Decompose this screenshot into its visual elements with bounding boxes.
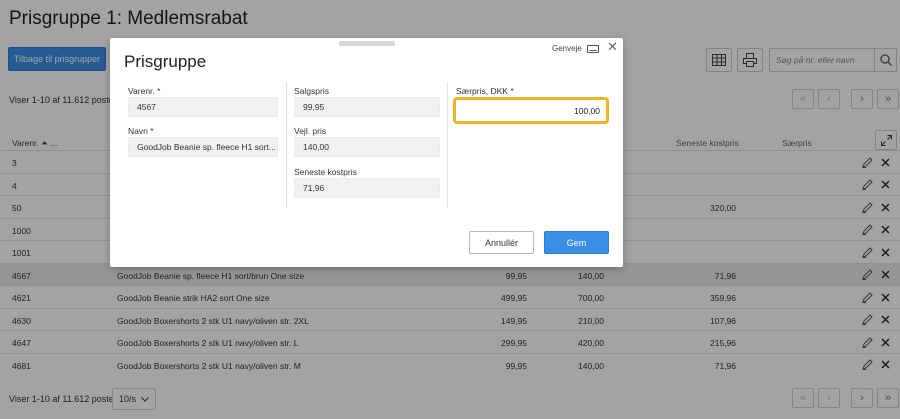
vejl-pris-label: Vejl. pris (294, 126, 327, 136)
saerpris-label: Særpris, DKK * (456, 86, 514, 96)
close-icon[interactable]: ✕ (607, 39, 618, 55)
shortcuts-label: Genveje (552, 44, 582, 53)
vejl-pris-field[interactable]: 140,00 (294, 137, 440, 157)
cancel-button[interactable]: Annullér (469, 231, 534, 254)
salgspris-field[interactable]: 99,95 (294, 97, 440, 117)
varenr-label: Varenr. * (128, 86, 161, 96)
varenr-field[interactable]: 4567 (128, 97, 278, 117)
keyboard-icon (586, 44, 599, 53)
drag-handle[interactable] (339, 41, 395, 46)
shortcuts-link[interactable]: Genveje (552, 44, 599, 53)
navn-label: Navn * (128, 126, 154, 136)
salgspris-label: Salgspris (294, 86, 329, 96)
seneste-kostpris-label: Seneste kostpris (294, 167, 357, 177)
dialog-title: Prisgruppe (124, 52, 207, 71)
column-divider (286, 82, 287, 208)
save-button[interactable]: Gem (544, 231, 609, 254)
column-divider (447, 82, 448, 208)
saerpris-input[interactable]: 100,00 (453, 97, 609, 124)
pricegroup-dialog: Prisgruppe Genveje ✕ Varenr. * 4567 Navn… (110, 38, 623, 267)
seneste-kostpris-field[interactable]: 71,96 (294, 178, 440, 198)
navn-field[interactable]: GoodJob Beanie sp. fleece H1 sort... (128, 137, 278, 157)
